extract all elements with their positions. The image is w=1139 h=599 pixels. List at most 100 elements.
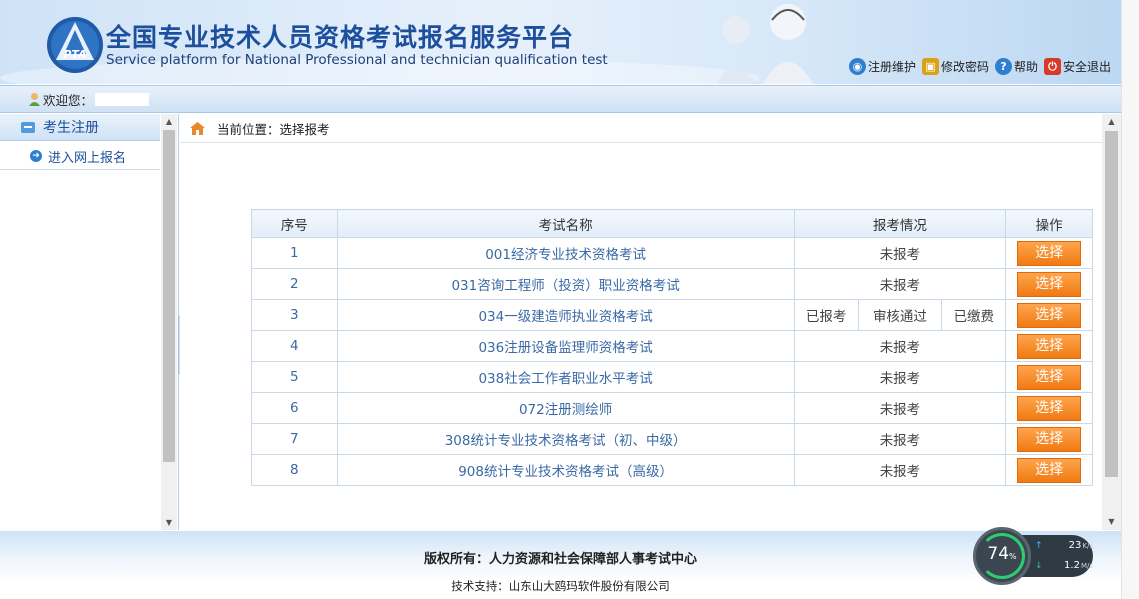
table-row: 5 038社会工作者职业水平考试 未报考 选择 — [251, 361, 1093, 393]
action-cell: 选择 — [1005, 237, 1093, 269]
change-password-link[interactable]: ▣ 修改密码 — [921, 58, 989, 75]
exam-name: 072注册测绘师 — [336, 392, 795, 424]
select-button[interactable]: 选择 — [1017, 240, 1082, 266]
col-header-name: 考试名称 — [336, 209, 795, 238]
exam-status: 未报考 — [793, 392, 1007, 424]
col-header-no: 序号 — [251, 209, 338, 238]
site-header: PTA 全国专业技术人员资格考试报名服务平台 Service platform … — [0, 0, 1121, 84]
select-button[interactable]: 选择 — [1017, 395, 1082, 421]
card-icon — [21, 121, 35, 133]
register-maintain-label: 注册维护 — [867, 60, 916, 74]
select-button[interactable]: 选择 — [1017, 271, 1082, 297]
sidebar-item-online-registration[interactable]: ➜ 进入网上报名 — [0, 143, 160, 170]
sidebar-item-label: 进入网上报名 — [48, 150, 127, 166]
select-button[interactable]: 选择 — [1017, 426, 1082, 452]
breadcrumb: 当前位置：选择报考 — [180, 114, 1102, 143]
scroll-up-icon[interactable]: ▲ — [161, 114, 177, 129]
exam-status: 未报考 — [793, 423, 1007, 455]
row-no: 5 — [251, 361, 338, 393]
action-cell: 选择 — [1005, 423, 1093, 455]
customer-service-illustration — [716, 4, 813, 84]
scroll-thumb[interactable] — [163, 130, 175, 462]
site-footer: 版权所有：人力资源和社会保障部人事考试中心 技术支持：山东山大鸥玛软件股份有限公… — [0, 531, 1121, 599]
scroll-thumb[interactable] — [1105, 131, 1118, 477]
exam-status: 未报考 — [793, 454, 1007, 486]
row-no: 6 — [251, 392, 338, 424]
exam-status: 未报考 — [793, 237, 1007, 269]
table-row: 6 072注册测绘师 未报考 选择 — [251, 392, 1093, 424]
row-no: 8 — [251, 454, 338, 486]
site-subtitle: Service platform for National Profession… — [106, 52, 608, 68]
exam-name: 031咨询工程师（投资）职业资格考试 — [336, 268, 795, 300]
page-scrollbar[interactable] — [1121, 0, 1139, 599]
network-speed-widget[interactable]: 74% ↑ 23 K/s ↓ 1.2 M/s — [973, 527, 1094, 587]
row-no: 2 — [251, 268, 338, 300]
exam-status-registered: 已报考 — [793, 299, 859, 331]
exam-status: 未报考 — [793, 268, 1007, 300]
usage-percent: 74% — [987, 544, 1017, 564]
logo-text: PTA — [63, 48, 86, 61]
table-header-row: 序号 考试名称 报考情况 操作 — [251, 209, 1093, 238]
sidebar-scrollbar[interactable]: ▲ ▼ — [161, 114, 177, 530]
header-links: ◉ 注册维护 ▣ 修改密码 ? 帮助 ⏻ 安全退出 — [848, 58, 1111, 75]
exam-name: 036注册设备监理师资格考试 — [336, 330, 795, 362]
row-no: 4 — [251, 330, 338, 362]
upload-unit: K/s — [1082, 541, 1093, 550]
exam-status-paid: 已缴费 — [941, 299, 1007, 331]
scroll-up-icon[interactable]: ▲ — [1102, 114, 1121, 130]
change-password-label: 修改密码 — [940, 60, 989, 74]
download-value: 1.2 — [1064, 560, 1080, 571]
scroll-down-icon[interactable]: ▼ — [161, 515, 177, 530]
help-label: 帮助 — [1013, 60, 1038, 74]
select-button[interactable]: 选择 — [1017, 333, 1082, 359]
exam-name: 308统计专业技术资格考试（初、中级） — [336, 423, 795, 455]
content-scrollbar[interactable]: ▲ ▼ — [1102, 114, 1121, 530]
help-link[interactable]: ? 帮助 — [994, 58, 1038, 75]
power-icon: ⏻ — [1043, 58, 1061, 75]
row-no: 3 — [251, 299, 338, 331]
row-no: 7 — [251, 423, 338, 455]
action-cell: 选择 — [1005, 454, 1093, 486]
sidebar-section-header[interactable]: 考生注册 — [0, 114, 160, 141]
welcome-bar: 欢迎您： — [0, 85, 1121, 113]
row-no: 1 — [251, 237, 338, 269]
copyright-text: 版权所有：人力资源和社会保障部人事考试中心 — [423, 552, 697, 567]
table-row: 7 308统计专业技术资格考试（初、中级） 未报考 选择 — [251, 423, 1093, 455]
upload-arrow-icon: ↑ — [1035, 540, 1043, 551]
sidebar-section-label: 考生注册 — [43, 120, 99, 136]
upload-speed: ↑ 23 K/s — [1035, 540, 1093, 551]
logout-link[interactable]: ⏻ 安全退出 — [1043, 58, 1111, 75]
action-cell: 选择 — [1005, 361, 1093, 393]
exam-name: 034一级建造师执业资格考试 — [336, 299, 795, 331]
action-cell: 选择 — [1005, 330, 1093, 362]
download-speed: ↓ 1.2 M/s — [1035, 560, 1093, 571]
table-row: 3 034一级建造师执业资格考试 已报考 审核通过 已缴费 选择 — [251, 299, 1093, 331]
exam-table: 序号 考试名称 报考情况 操作 1 001经济专业技术资格考试 未报考 选择 2… — [251, 209, 1093, 486]
register-maintain-link[interactable]: ◉ 注册维护 — [848, 58, 916, 75]
arrow-right-icon: ➜ — [30, 150, 42, 162]
logout-label: 安全退出 — [1062, 60, 1111, 74]
breadcrumb-text: 当前位置：选择报考 — [217, 121, 330, 137]
select-button[interactable]: 选择 — [1017, 364, 1082, 390]
home-icon — [190, 121, 205, 135]
exam-status: 未报考 — [793, 361, 1007, 393]
action-cell: 选择 — [1005, 299, 1093, 331]
globe-icon: ◉ — [848, 58, 866, 75]
pta-logo: PTA — [47, 17, 103, 73]
exam-name: 908统计专业技术资格考试（高级） — [336, 454, 795, 486]
redacted-username — [95, 92, 150, 106]
upload-value: 23 — [1068, 540, 1082, 551]
exam-name: 038社会工作者职业水平考试 — [336, 361, 795, 393]
select-button[interactable]: 选择 — [1017, 302, 1082, 328]
table-row: 2 031咨询工程师（投资）职业资格考试 未报考 选择 — [251, 268, 1093, 300]
select-button[interactable]: 选择 — [1017, 457, 1082, 483]
scroll-down-icon[interactable]: ▼ — [1102, 514, 1121, 530]
table-row: 1 001经济专业技术资格考试 未报考 选择 — [251, 237, 1093, 269]
exam-name: 001经济专业技术资格考试 — [336, 237, 795, 269]
main-content: 当前位置：选择报考 序号 考试名称 报考情况 操作 1 001经济专业技术资格考… — [180, 114, 1121, 530]
action-cell: 选择 — [1005, 268, 1093, 300]
table-row: 4 036注册设备监理师资格考试 未报考 选择 — [251, 330, 1093, 362]
welcome-label: 欢迎您： — [43, 92, 94, 108]
col-header-status: 报考情况 — [793, 209, 1007, 238]
action-cell: 选择 — [1005, 392, 1093, 424]
